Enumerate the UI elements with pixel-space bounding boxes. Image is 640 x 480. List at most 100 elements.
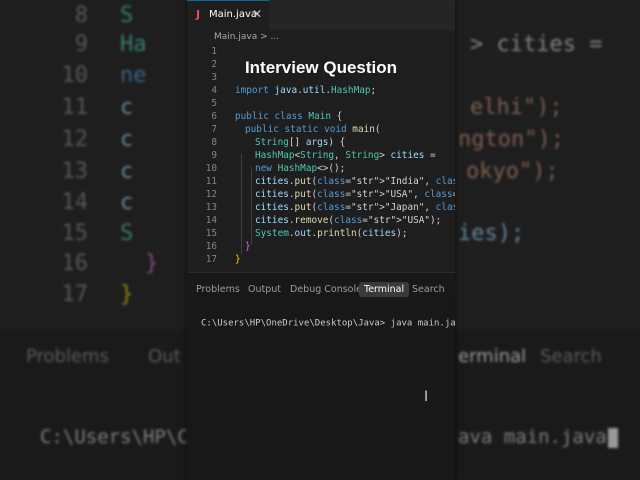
bg-right-code: ngton"); <box>458 124 564 156</box>
line-number: 8 <box>211 137 217 148</box>
code-line: 16} <box>187 240 455 253</box>
code-line: 9 HashMap<String, String> cities = <box>187 149 455 162</box>
code-line: 11 cities.put(class="str">"India", class=… <box>187 175 455 188</box>
code-text: cities.remove(class="str">"USA"); <box>255 215 442 226</box>
code-text: System.out.println(cities); <box>255 228 408 239</box>
line-number: 17 <box>205 254 217 265</box>
tab-search[interactable]: Search <box>407 282 450 297</box>
code-text: } <box>245 241 251 252</box>
bg-line-number: 14 <box>61 190 89 215</box>
bg-code: S <box>120 221 134 246</box>
tab-terminal[interactable]: Terminal <box>359 282 410 297</box>
bg-code: c <box>120 95 134 120</box>
line-number: 16 <box>205 241 217 252</box>
bg-right-code: elhi"); <box>470 92 563 124</box>
bg-cursor <box>607 427 618 448</box>
code-text: } <box>235 254 241 265</box>
code-line: 7 public static void main( <box>187 123 455 136</box>
bg-right-text: elhi"); <box>470 95 563 120</box>
code-editor[interactable]: 1 2 3 4 import java.util.HashMap; 5 6 publ… <box>187 44 455 272</box>
bg-tab: Out <box>148 346 181 367</box>
code-line: 6 public class Main { <box>187 110 455 123</box>
code-text: cities.put(class="str">"Japan", class="s… <box>255 202 455 213</box>
line-number: 9 <box>211 150 217 161</box>
bg-right-text: okyo"); <box>466 159 559 184</box>
panel-tabs: Problems Output Debug Console Terminal S… <box>187 279 455 301</box>
code-text: new HashMap<>(); <box>255 163 346 174</box>
bg-code: } <box>120 282 134 307</box>
tab-debug-console[interactable]: Debug Console <box>285 282 367 297</box>
vscode-window: J Main.java ✕ Main.java > ... 1 2 3 4 imp… <box>187 0 455 480</box>
code-text: HashMap<String, String> cities = <box>255 150 436 161</box>
bg-line-number: 12 <box>61 127 89 152</box>
code-text: String[] args) { <box>255 137 346 148</box>
line-number: 1 <box>211 46 217 57</box>
bg-code: c <box>120 159 134 184</box>
line-number: 4 <box>211 85 217 96</box>
bg-code: c <box>120 190 134 215</box>
bg-right-code: > cities = <box>470 29 602 61</box>
code-text: public class Main { <box>235 111 343 122</box>
line-number: 13 <box>205 202 217 213</box>
bg-tab: Search <box>540 346 602 367</box>
bg-line-number: 9 <box>74 32 88 57</box>
bg-line-number: 16 <box>61 251 89 276</box>
terminal-line[interactable]: C:\Users\HP\OneDrive\Desktop\Java> java … <box>201 318 455 329</box>
breadcrumb[interactable]: Main.java > ... <box>214 32 279 42</box>
code-line: 12 cities.put(class="str">"USA", class="s… <box>187 188 455 201</box>
bg-terminal-text: ava main.java <box>458 426 607 448</box>
code-text: cities.put(class="str">"India", class="s… <box>255 176 455 187</box>
tab-output[interactable]: Output <box>243 282 286 297</box>
code-line: 15 System.out.println(cities); <box>187 227 455 240</box>
line-number: 10 <box>205 163 217 174</box>
bg-line-number: 8 <box>74 3 88 28</box>
code-text: cities.put(class="str">"USA", class="str… <box>255 189 455 200</box>
code-line: 17} <box>187 253 455 266</box>
line-number: 6 <box>211 111 217 122</box>
code-text: public static void main( <box>245 124 381 135</box>
bg-code: c <box>120 127 134 152</box>
bg-code: Ha <box>120 32 147 57</box>
editor-tab-bar: J Main.java ✕ <box>187 0 455 30</box>
bg-line-number: 11 <box>61 95 89 120</box>
bg-line-number: 15 <box>61 221 89 246</box>
bottom-panel: Problems Output Debug Console Terminal S… <box>187 272 455 480</box>
code-line: 4 import java.util.HashMap; <box>187 84 455 97</box>
bg-right-text: ies); <box>458 221 525 246</box>
tab-problems[interactable]: Problems <box>191 282 245 297</box>
code-line: 5 <box>187 97 455 110</box>
code-line: 14 cities.remove(class="str">"USA"); <box>187 214 455 227</box>
line-number: 12 <box>205 189 217 200</box>
bg-right-text: > cities = <box>470 32 603 57</box>
bg-line-number: 13 <box>61 159 89 184</box>
code-line: 8 String[] args) { <box>187 136 455 149</box>
bg-line-number: 10 <box>61 63 89 88</box>
close-icon[interactable]: ✕ <box>252 7 262 21</box>
bg-code: } <box>145 251 159 276</box>
bg-terminal-right: ava main.java <box>458 426 618 448</box>
tab-main-java[interactable]: J Main.java ✕ <box>187 0 269 30</box>
line-number: 5 <box>211 98 217 109</box>
bg-right-code: ies); <box>458 218 524 250</box>
terminal-prompt: C:\Users\HP\OneDrive\Desktop\Java> java … <box>201 318 455 329</box>
code-line: 13 cities.put(class="str">"Japan", class=… <box>187 201 455 214</box>
tab-ports[interactable]: P <box>449 282 455 297</box>
bg-line-number: 17 <box>61 282 89 307</box>
line-number: 15 <box>205 228 217 239</box>
bg-right-text: ngton"); <box>458 127 564 152</box>
bg-terminal-left: C:\Users\HP\C <box>40 426 189 448</box>
bg-tab: Problems <box>26 346 109 367</box>
bg-right-code: okyo"); <box>466 156 559 188</box>
bg-tab: erminal <box>458 346 527 367</box>
line-number: 11 <box>205 176 217 187</box>
line-number: 14 <box>205 215 217 226</box>
line-number: 7 <box>211 124 217 135</box>
java-file-icon: J <box>196 8 201 21</box>
tab-label: Main.java <box>209 9 258 20</box>
bg-code: S <box>120 3 134 28</box>
code-text: import java.util.HashMap; <box>235 85 377 96</box>
video-overlay-title: Interview Question <box>244 58 398 77</box>
code-line: 10 new HashMap<>(); <box>187 162 455 175</box>
code-line: 1 <box>187 45 455 58</box>
bg-code: ne <box>120 63 147 88</box>
